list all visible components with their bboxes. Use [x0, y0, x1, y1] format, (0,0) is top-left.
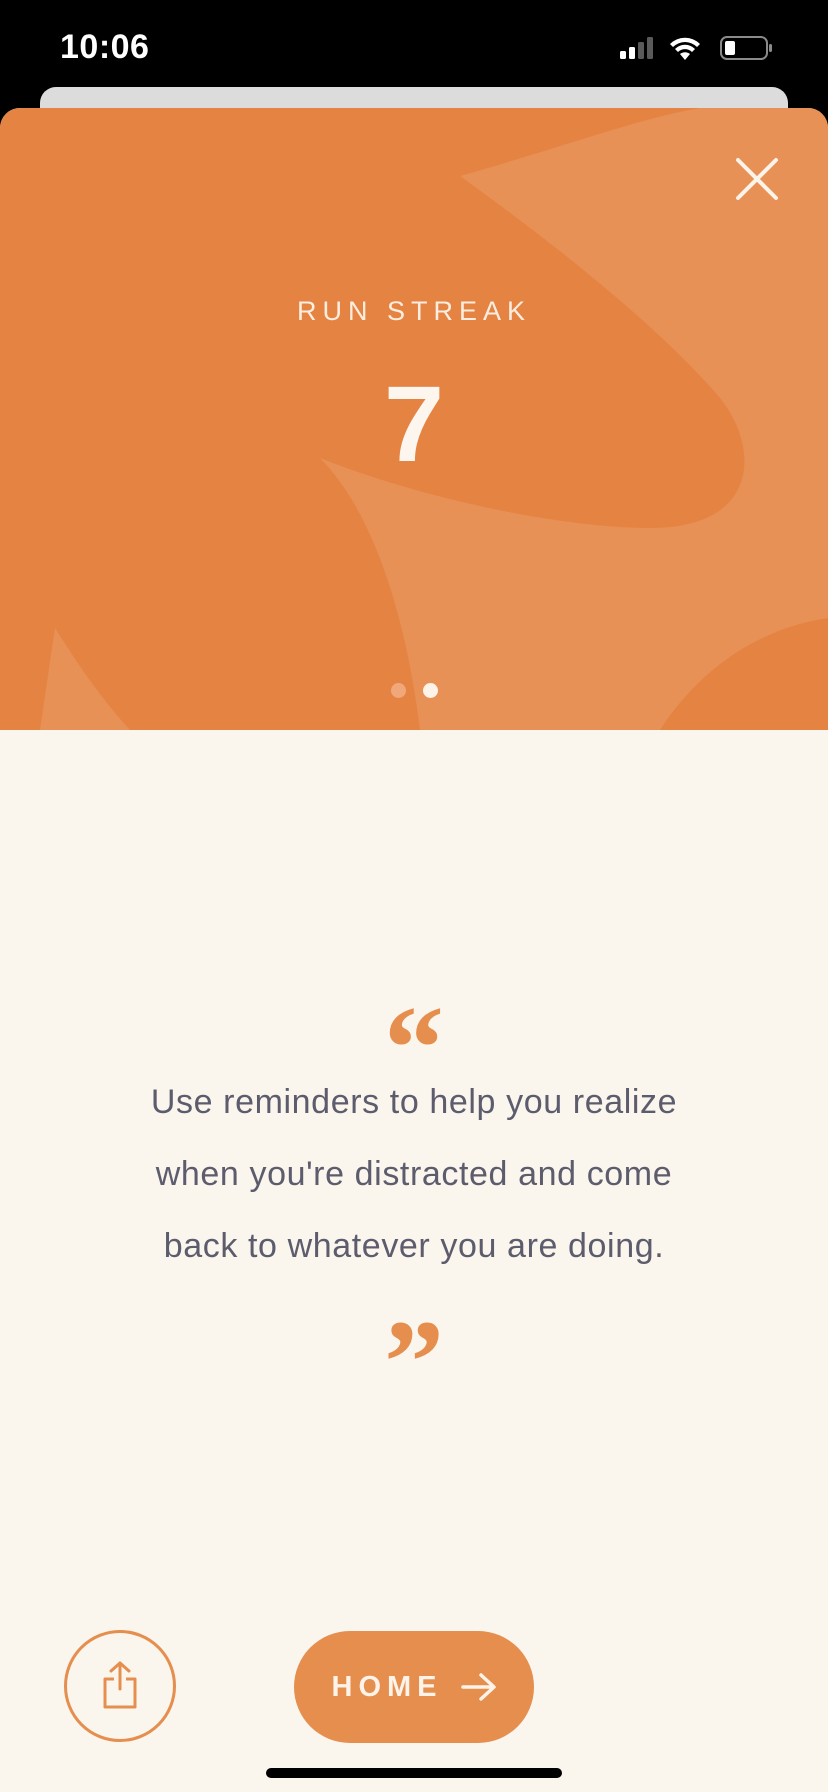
home-button[interactable]: HOME: [294, 1631, 534, 1743]
page-dot-1[interactable]: [390, 683, 406, 698]
close-icon[interactable]: [734, 156, 780, 202]
home-indicator: [266, 1768, 562, 1778]
screen: 10:06 RUN STREAK 7 “ Use reminders to he…: [0, 0, 828, 1792]
status-bar: 10:06: [0, 0, 828, 100]
signal-icon: [620, 37, 653, 59]
hero-banner: RUN STREAK 7: [0, 108, 828, 730]
quote-text: Use reminders to help you realize when y…: [150, 1083, 678, 1265]
page-dot-2[interactable]: [422, 683, 438, 698]
status-time: 10:06: [60, 28, 150, 66]
home-button-label: HOME: [331, 1670, 443, 1703]
battery-icon: [720, 36, 772, 60]
close-quote-mark: ”: [384, 1295, 444, 1428]
streak-card: RUN STREAK 7 “ Use reminders to help you…: [0, 108, 828, 1792]
status-icons: [620, 36, 772, 60]
share-icon: [103, 1661, 137, 1709]
streak-count: 7: [383, 363, 445, 484]
share-button[interactable]: [64, 1630, 176, 1742]
wifi-icon: [670, 37, 700, 60]
open-quote-mark: “: [384, 981, 444, 1114]
arrow-right-icon: [460, 1673, 496, 1701]
streak-label: RUN STREAK: [296, 296, 532, 326]
page-indicator: [0, 683, 828, 698]
